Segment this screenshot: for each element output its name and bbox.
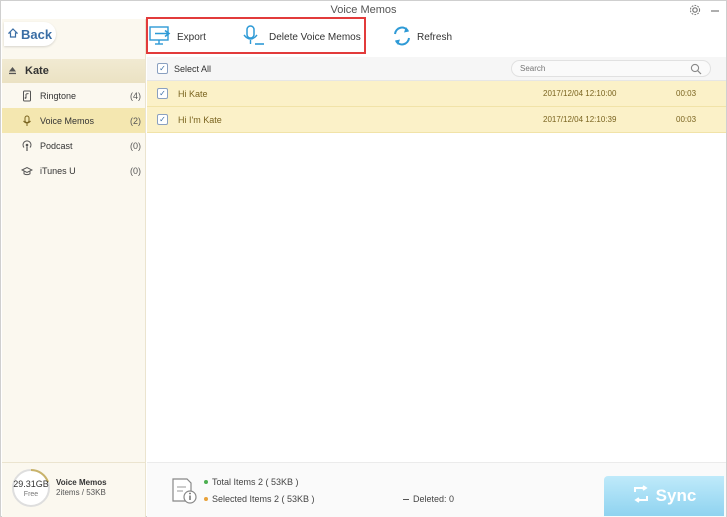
checkbox-checked-icon: ✓	[157, 63, 168, 74]
delete-label: Delete Voice Memos	[269, 31, 361, 43]
minimize-icon[interactable]	[708, 3, 722, 17]
back-button[interactable]: Back	[4, 22, 56, 46]
window-controls	[688, 1, 722, 19]
sidebar-item-count: (0)	[130, 140, 141, 151]
sync-icon	[632, 484, 650, 508]
sidebar-item-podcast[interactable]: Podcast (0)	[2, 133, 145, 158]
export-label: Export	[177, 31, 206, 43]
green-dot-icon	[204, 480, 208, 484]
sidebar-item-label: iTunes U	[40, 165, 76, 176]
app-window: Voice Memos Back Kate Ringtone (4) Voice…	[0, 0, 727, 517]
select-all-label: Select All	[174, 63, 212, 74]
window-title: Voice Memos	[330, 4, 397, 16]
select-all-checkbox[interactable]: ✓ Select All	[157, 63, 211, 74]
back-label: Back	[21, 26, 53, 42]
memo-date: 2017/12/04 12:10:39	[543, 115, 617, 124]
status-bar: Total Items 2 ( 53KB ) Selected Items 2 …	[147, 462, 726, 517]
sidebar-item-label: Voice Memos	[40, 115, 95, 126]
home-arrow-icon	[7, 27, 19, 41]
podcast-icon	[20, 139, 34, 153]
storage-category-title: Voice Memos	[56, 478, 107, 487]
memo-duration: 00:03	[676, 89, 697, 98]
sidebar-item-label: Podcast	[40, 140, 73, 151]
storage-free-label: Free	[23, 491, 39, 498]
selected-items-status: Selected Items 2 ( 53KB )	[204, 494, 315, 504]
delete-voice-memos-button[interactable]: Delete Voice Memos	[241, 23, 361, 51]
eject-icon[interactable]	[8, 66, 17, 77]
orange-dot-icon	[204, 497, 208, 501]
deleted-status: Deleted: 0	[403, 494, 454, 504]
file-info-icon	[170, 477, 198, 505]
storage-free-value: 29.31GB	[13, 479, 49, 489]
table-row[interactable]: ✓ Hi I'm Kate 2017/12/04 12:10:39 00:03	[147, 107, 726, 133]
toolbar: Export Delete Voice Memos Refresh	[146, 19, 726, 57]
storage-category-size: 2items / 53KB	[56, 488, 106, 497]
list-header: ✓ Select All	[147, 57, 726, 81]
category-list: Ringtone (4) Voice Memos (2) Podcast (0)	[2, 83, 145, 183]
device-name: Kate	[25, 65, 49, 77]
total-items-text: Total Items 2 ( 53KB )	[212, 477, 299, 487]
export-icon	[149, 25, 173, 50]
microphone-delete-icon	[241, 24, 265, 50]
minus-icon	[403, 498, 409, 500]
memo-name: Hi Kate	[178, 88, 208, 99]
refresh-button[interactable]: Refresh	[391, 23, 452, 51]
sync-label: Sync	[655, 486, 697, 505]
sidebar: Back Kate Ringtone (4) Voice Memos (2) P…	[2, 19, 146, 462]
search-box	[511, 60, 711, 77]
deleted-text: Deleted: 0	[413, 494, 455, 504]
storage-ring: 29.31GB Free	[11, 468, 51, 508]
memo-date: 2017/12/04 12:10:00	[543, 89, 617, 98]
voice-memo-list: ✓ Hi Kate 2017/12/04 12:10:00 00:03 ✓ Hi…	[147, 81, 726, 133]
sidebar-item-count: (4)	[130, 90, 141, 101]
memo-name: Hi I'm Kate	[178, 114, 222, 125]
refresh-icon	[391, 25, 413, 50]
settings-icon[interactable]	[688, 3, 702, 17]
itunes-u-icon	[20, 164, 34, 178]
device-header[interactable]: Kate	[2, 59, 145, 83]
sidebar-item-itunes-u[interactable]: iTunes U (0)	[2, 158, 145, 183]
storage-panel: 29.31GB Free Voice Memos 2items / 53KB	[2, 462, 146, 517]
total-items-status: Total Items 2 ( 53KB )	[204, 477, 299, 487]
row-checkbox[interactable]: ✓	[157, 88, 168, 99]
sidebar-item-count: (2)	[130, 115, 141, 126]
search-input[interactable]	[512, 61, 682, 76]
sidebar-item-voice-memos[interactable]: Voice Memos (2)	[2, 108, 145, 133]
refresh-label: Refresh	[417, 31, 453, 43]
memo-duration: 00:03	[676, 115, 697, 124]
sidebar-item-ringtone[interactable]: Ringtone (4)	[2, 83, 145, 108]
title-bar: Voice Memos	[1, 1, 726, 19]
selected-items-text: Selected Items 2 ( 53KB )	[212, 494, 315, 504]
sidebar-item-label: Ringtone	[40, 90, 77, 101]
sidebar-item-count: (0)	[130, 165, 141, 176]
ringtone-icon	[20, 89, 34, 103]
search-icon[interactable]	[690, 63, 702, 75]
microphone-icon	[20, 114, 34, 128]
table-row[interactable]: ✓ Hi Kate 2017/12/04 12:10:00 00:03	[147, 81, 726, 107]
export-button[interactable]: Export	[149, 23, 206, 51]
row-checkbox[interactable]: ✓	[157, 114, 168, 125]
sync-button[interactable]: Sync	[604, 476, 724, 516]
